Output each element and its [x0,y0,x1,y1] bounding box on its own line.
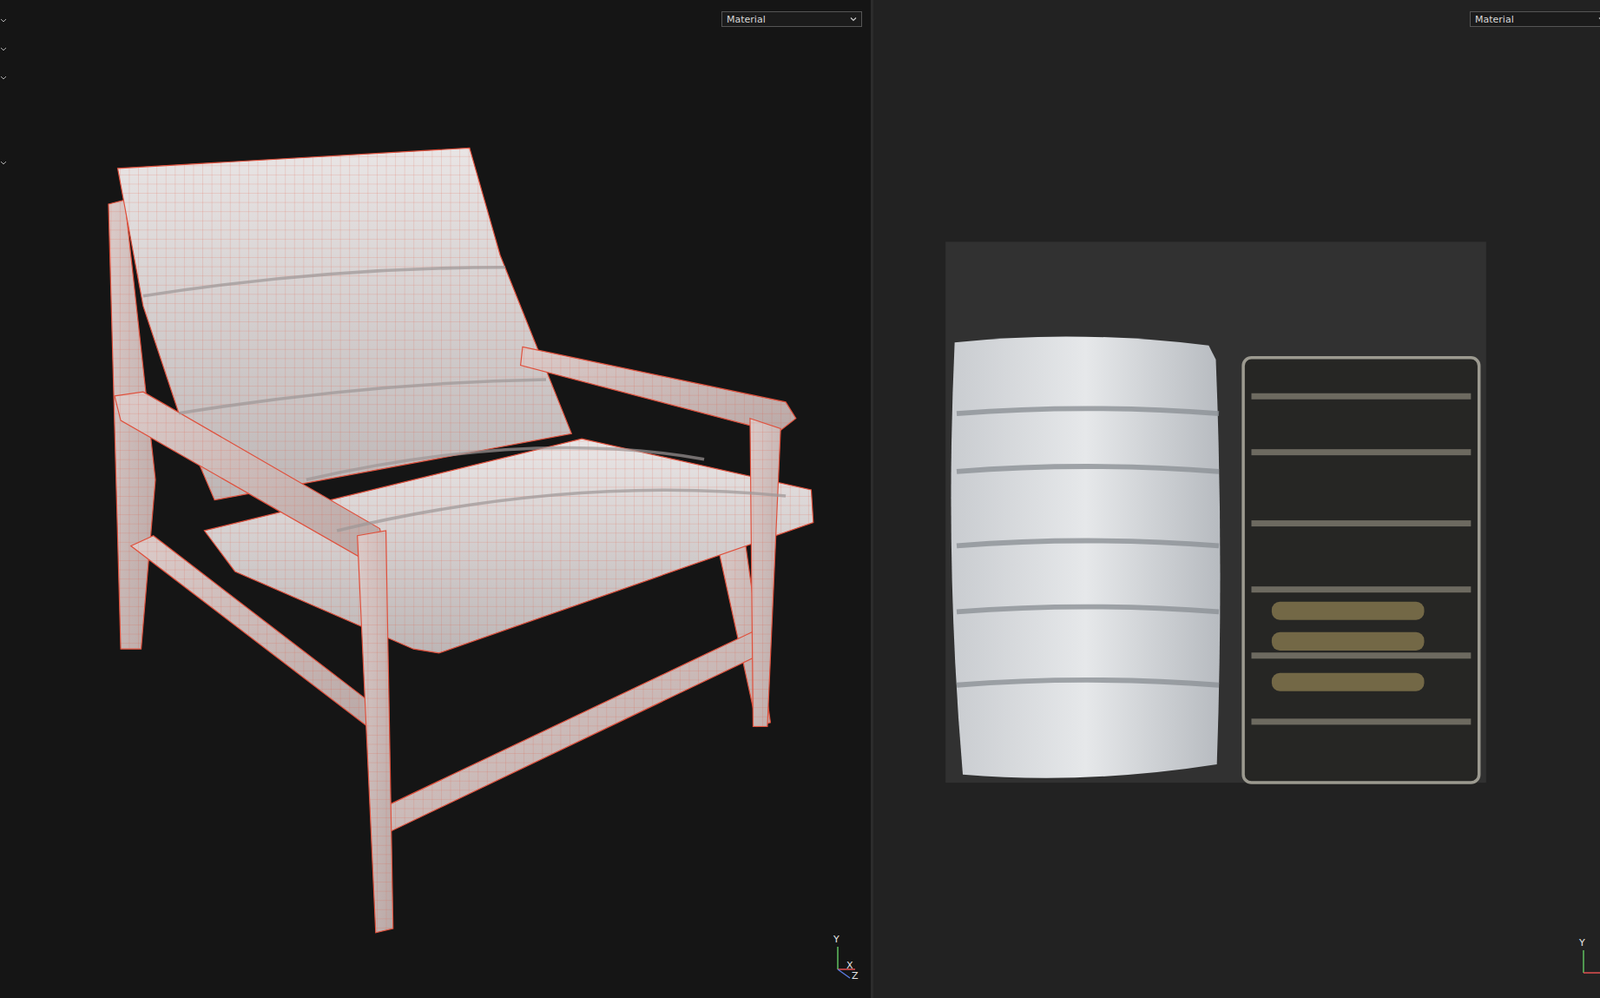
channel-dropdown[interactable]: Material [1469,11,1600,27]
uv-viewport[interactable]: Material Y [873,0,1600,998]
axis-gizmo: Y XZ [830,934,866,983]
collapse-chevron-icon[interactable] [0,0,8,174]
uv-band [1251,717,1471,725]
uv-patch [1271,632,1425,651]
front-stretcher [386,630,764,831]
dropdown-label: Material [726,13,766,26]
cushion-top-island [950,335,1220,777]
uv-band [1251,520,1471,527]
uv-band [1251,651,1471,659]
uv-seam [956,466,1219,472]
uv-seam [956,606,1219,613]
dropdown-label: Material [1474,13,1515,26]
uv-tile [945,241,1487,783]
axis-gizmo: Y [1576,937,1600,987]
uv-patch [1271,672,1425,692]
axis-label: Y [1579,937,1586,949]
front-right-leg [750,418,781,727]
left-armrest [114,391,387,560]
viewport-toolbar: Material [0,0,871,27]
uv-seam [956,679,1219,685]
tuft-seam [143,267,506,297]
3d-viewport[interactable]: Material Y XZ [0,0,871,998]
channel-dropdown[interactable]: Material [721,11,863,27]
viewport-toolbar: Material [873,0,1600,27]
chevron-down-icon [849,14,858,24]
tuft-seam [336,489,786,531]
front-right-leg-wire [750,418,781,727]
chair-model[interactable] [108,147,814,932]
uv-patch [1271,601,1425,620]
front-left-leg [357,530,394,933]
axis-label: X [846,960,854,971]
uv-band [1251,448,1471,455]
axis-label: Y [833,934,840,945]
seat-cushion [204,438,813,653]
uv-seam [956,408,1219,414]
seat-cushion-wire [204,438,813,653]
left-armrest-wire [114,391,387,560]
axis-label: Z [851,970,859,982]
uv-seam [956,539,1219,546]
tuft-seam [178,379,547,414]
uv-band [1251,586,1471,593]
viewport-canvas[interactable] [0,0,871,998]
front-stretcher-wire [386,630,764,831]
viewport-canvas[interactable] [873,0,1600,998]
cushion-bottom-island [1243,357,1480,783]
front-left-leg-wire [357,530,394,933]
tuft-seam [306,447,705,480]
uv-texture[interactable] [945,241,1487,783]
uv-band [1251,393,1471,400]
chevron-down-icon [1597,14,1600,24]
